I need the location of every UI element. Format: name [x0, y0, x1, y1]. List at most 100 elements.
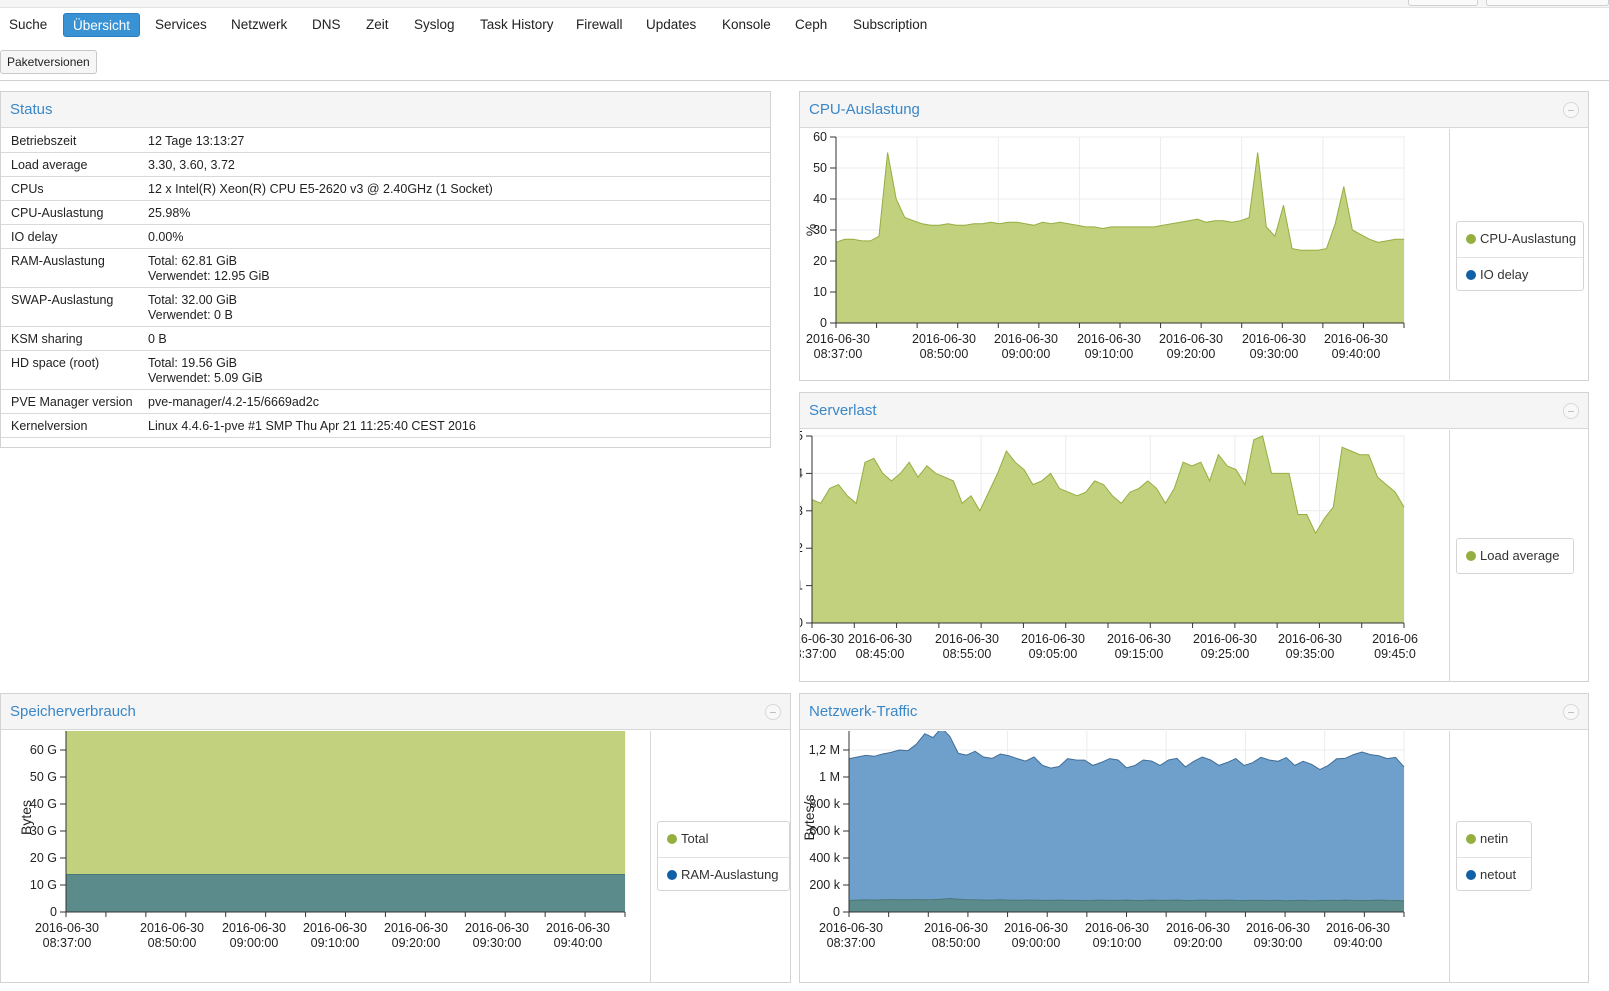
memory-panel-title: Speicherverbrauch [10, 703, 136, 720]
x-tick-label: 09:10:00 [1085, 347, 1134, 361]
status-value-line: 12 x Intel(R) Xeon(R) CPU E5-2620 v3 @ 2… [148, 182, 493, 196]
tab-firewall[interactable]: Firewall [567, 13, 632, 37]
legend-item-netout[interactable]: netout [1457, 857, 1531, 891]
status-value-line: 0.00% [148, 230, 184, 244]
x-tick-label: 2016-06-30 [1085, 921, 1149, 935]
tab-task-history[interactable]: Task History [471, 13, 563, 37]
y-axis-label: Bytes/s [801, 795, 817, 841]
legend-dot-icon [1466, 834, 1476, 844]
status-value-line: Total: 19.56 GiB [148, 356, 237, 370]
status-value-line: 0 B [148, 332, 167, 346]
x-tick-label: 09:45:0 [1374, 647, 1416, 661]
y-tick-label: 50 G [30, 770, 57, 784]
legend-label: IO delay [1480, 267, 1529, 282]
status-value-line: Linux 4.4.6-1-pve #1 SMP Thu Apr 21 11:2… [148, 419, 476, 433]
legend-item-ram[interactable]: RAM-Auslastung [658, 857, 789, 891]
y-tick-label: 0 [50, 905, 57, 919]
x-tick-label: 2016-06-30 [1077, 332, 1141, 346]
x-tick-label: 09:35:00 [1286, 647, 1335, 661]
load-chart: 0123452016-06-3008:37:002016-06-3008:45:… [800, 430, 1450, 682]
header-button-stub[interactable] [1486, 0, 1609, 6]
legend-dot-icon [1466, 870, 1476, 880]
status-value-line: Verwendet: 0 B [148, 308, 233, 322]
status-value-line: Verwendet: 12.95 GiB [148, 269, 270, 283]
legend-label: RAM-Auslastung [681, 867, 779, 882]
window-top-strip [0, 0, 1609, 8]
x-tick-label: 2016-06-30 [1324, 332, 1388, 346]
tab-updates[interactable]: Updates [637, 13, 705, 37]
network-panel-title: Netzwerk-Traffic [809, 703, 918, 720]
x-tick-label: 09:10:00 [1093, 936, 1142, 950]
package-versions-button[interactable]: Paketversionen [0, 50, 97, 74]
x-tick-label: 09:00:00 [230, 936, 279, 950]
y-tick-label: 40 [813, 192, 827, 206]
legend-dot-icon [1466, 234, 1476, 244]
y-tick-label: 60 G [30, 743, 57, 757]
tab-ceph[interactable]: Ceph [786, 13, 836, 37]
tab-bar: Suche Übersicht Services Netzwerk DNS Ze… [0, 9, 1609, 41]
status-key: CPUs [1, 176, 148, 201]
legend-label: netout [1480, 867, 1517, 882]
y-tick-label: 20 G [30, 851, 57, 865]
header-button-stub[interactable] [1408, 0, 1478, 6]
status-row: KSM sharing 0 B [1, 326, 770, 351]
tab-subscription[interactable]: Subscription [844, 13, 936, 37]
x-tick-label: 09:10:00 [311, 936, 360, 950]
cpu-panel-header: CPU-Auslastung [800, 92, 1588, 128]
tab-suche[interactable]: Suche [0, 13, 56, 37]
tab-dns[interactable]: DNS [303, 13, 350, 37]
y-tick-label: 5 [800, 430, 803, 443]
tab-services[interactable]: Services [146, 13, 216, 37]
memory-legend: Total RAM-Auslastung [657, 821, 790, 891]
legend-item-cpu[interactable]: CPU-Auslastung [1457, 222, 1583, 256]
status-key: RAM-Auslastung [1, 248, 148, 288]
y-tick-label: 3 [800, 504, 803, 518]
status-value: Total: 62.81 GiB Verwendet: 12.95 GiB [148, 248, 770, 288]
x-tick-label: 09:30:00 [473, 936, 522, 950]
collapse-icon[interactable] [1563, 102, 1579, 118]
x-tick-label: 08:37:00 [43, 936, 92, 950]
status-value-line: Total: 32.00 GiB [148, 293, 237, 307]
tab-netzwerk[interactable]: Netzwerk [222, 13, 296, 37]
status-key: Load average [1, 152, 148, 177]
x-tick-label: 08:55:00 [943, 647, 992, 661]
status-key: Kernelversion [1, 413, 148, 438]
status-key: KSM sharing [1, 326, 148, 351]
x-tick-label: 2016-06-30 [465, 921, 529, 935]
x-tick-label: 2016-06-30 [994, 332, 1058, 346]
x-tick-label: 2016-06-30 [140, 921, 204, 935]
x-tick-label: 08:37:00 [827, 936, 876, 950]
status-row: RAM-Auslastung Total: 62.81 GiB Verwendet:… [1, 248, 770, 288]
x-tick-label: 2016-06-30 [1107, 632, 1171, 646]
status-value: 25.98% [148, 200, 770, 225]
collapse-icon[interactable] [1563, 704, 1579, 720]
x-tick-label: 09:15:00 [1115, 647, 1164, 661]
legend-dot-icon [667, 834, 677, 844]
tab-zeit[interactable]: Zeit [357, 13, 398, 37]
status-key: HD space (root) [1, 350, 148, 390]
status-panel: Status Betriebszeit 12 Tage 13:13:27 Load … [0, 91, 771, 448]
tab-konsole[interactable]: Konsole [713, 13, 780, 37]
legend-label: Load average [1480, 548, 1560, 563]
legend-item-load-average[interactable]: Load average [1457, 539, 1573, 573]
memory-panel: Speicherverbrauch 0 10 G 20 G 30 G 40 G 50 G6… [0, 693, 791, 983]
x-tick-label: 09:00:00 [1002, 347, 1051, 361]
series-area-1 [66, 874, 625, 912]
status-row: IO delay 0.00% [1, 224, 770, 249]
network-chart: 0200 k400 k600 k800 k1 M1,2 M1,4 M2016-0… [800, 731, 1450, 983]
collapse-icon[interactable] [1563, 403, 1579, 419]
tab-uebersicht[interactable]: Übersicht [63, 13, 141, 37]
cpu-chart: 0 10 20 30 40 50 60 2016-06-30 08:37:00 2016-06-3… [800, 129, 1450, 381]
tab-syslog[interactable]: Syslog [405, 13, 464, 37]
legend-item-total[interactable]: Total [658, 822, 789, 856]
legend-item-netin[interactable]: netin [1457, 822, 1531, 856]
x-tick-label: 2016-06-30 [1166, 921, 1230, 935]
status-value: 12 Tage 13:13:27 [148, 129, 770, 153]
legend-item-io-delay[interactable]: IO delay [1457, 257, 1583, 291]
legend-label: CPU-Auslastung [1480, 231, 1577, 246]
y-tick-label: 20 [813, 254, 827, 268]
y-tick-label: 0 [800, 616, 803, 630]
collapse-icon[interactable] [765, 704, 781, 720]
x-tick-label: 09:40:00 [1332, 347, 1381, 361]
x-tick-label: 2016-06-30 [303, 921, 367, 935]
